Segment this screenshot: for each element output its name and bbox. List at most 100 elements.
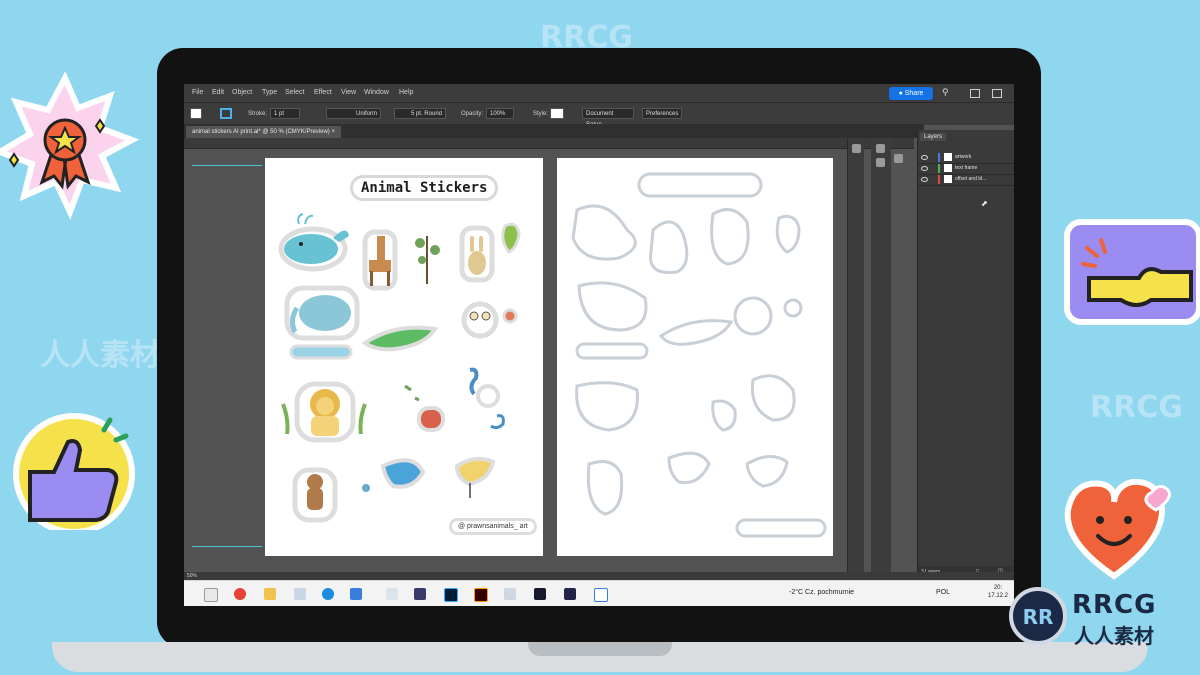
thumbs-up-sticker-icon [13, 413, 135, 530]
artboard-stickers[interactable]: Animal Stickers @ prawnsanimals_ art [265, 158, 543, 556]
menu-window[interactable]: Window [364, 89, 389, 96]
opacity-input[interactable]: 100% [486, 108, 514, 119]
app-icon[interactable] [534, 588, 546, 600]
stroke-profile-select[interactable]: Uniform [326, 108, 381, 119]
fish-sticker [362, 484, 370, 492]
tree-sticker [415, 236, 440, 284]
layer-thumbnail [944, 164, 952, 172]
water-sticker [289, 344, 353, 360]
layer-row[interactable]: offset and bl... [918, 174, 1014, 186]
sticker-artwork [278, 213, 521, 523]
heart-face-sticker-icon [1064, 478, 1171, 580]
giraffe-sticker [362, 229, 398, 291]
style-swatch[interactable] [550, 108, 564, 119]
layer-thumbnail [944, 153, 952, 161]
layer-color [938, 164, 940, 173]
elephant-sticker [284, 285, 360, 341]
weather-widget[interactable]: -2°C Cz. pochmurnie [789, 589, 854, 596]
menu-file[interactable]: File [192, 89, 203, 96]
app-icon[interactable] [504, 588, 516, 600]
store-icon[interactable] [350, 588, 362, 600]
fish-sticker [476, 384, 500, 408]
rabbit-sticker [459, 225, 495, 283]
search-icon[interactable]: ⚲ [942, 87, 949, 98]
menu-type[interactable]: Type [262, 89, 277, 96]
bird-sticker [454, 456, 496, 498]
opacity-label: Opacity: [461, 111, 484, 117]
edge-icon[interactable] [322, 588, 334, 600]
libraries-icon[interactable] [876, 144, 885, 153]
watermark: 人人素材 [40, 338, 160, 373]
app-icon[interactable] [594, 588, 608, 602]
menu-edit[interactable]: Edit [212, 89, 224, 96]
comments-icon[interactable] [894, 154, 903, 163]
properties-icon[interactable] [852, 144, 861, 153]
close-icon[interactable]: × [331, 129, 335, 135]
file-explorer-icon[interactable] [264, 588, 276, 600]
layers-tab[interactable]: Layers [920, 133, 947, 141]
layer-color [938, 175, 940, 184]
rrcg-emblem-icon: RR [1009, 587, 1067, 645]
eye-icon[interactable] [921, 166, 928, 171]
panel-dock [871, 138, 891, 578]
control-bar: Stroke: 1 pt Uniform 5 pt. Round Opacity… [184, 102, 1014, 128]
arrange-documents-icon[interactable] [970, 89, 980, 98]
whale-sticker [278, 213, 349, 272]
seahorse-sticker [469, 367, 479, 396]
ball-sticker [502, 308, 518, 324]
app-icon[interactable] [294, 588, 306, 600]
document-tab[interactable]: animal stickers AI print.ai* @ 50 % (CMY… [186, 126, 341, 138]
menu-select[interactable]: Select [285, 89, 304, 96]
eye-icon[interactable] [921, 155, 928, 160]
stroke-weight-input[interactable]: 1 pt [270, 108, 300, 119]
app-icon[interactable] [386, 588, 398, 600]
medal-sticker-icon [0, 71, 140, 220]
document-tab-bar: animal stickers AI print.ai* @ 50 % (CMY… [184, 124, 924, 138]
owl-sticker [461, 301, 499, 339]
start-icon[interactable] [204, 588, 218, 602]
artboard-cutlines[interactable] [557, 158, 833, 556]
leaf-sticker [404, 384, 420, 402]
menu-view[interactable]: View [341, 89, 356, 96]
illustrator-window: File Edit Object Type Select Effect View… [184, 84, 1014, 606]
workspace-icon[interactable] [992, 89, 1002, 98]
brush-select[interactable]: 5 pt. Round [394, 108, 446, 119]
system-clock[interactable]: 20: 17.12.2 [988, 584, 1008, 600]
rrcg-logo: RR RRCG 人人素材 [1008, 586, 1198, 648]
illustrator-icon[interactable] [474, 588, 488, 602]
windows-taskbar: -2°C Cz. pochmurnie POL 20: 17.12.2 [184, 580, 1014, 606]
snake-sticker [490, 414, 505, 430]
symbols-icon[interactable] [876, 158, 885, 167]
crocodile-sticker [361, 325, 439, 352]
chrome-icon[interactable] [234, 588, 246, 600]
document-setup-button[interactable]: Document Setup [582, 108, 634, 128]
crab-sticker [417, 406, 445, 432]
menu-help[interactable]: Help [399, 89, 413, 96]
clock-date: 17.12.2 [988, 593, 1009, 599]
fill-swatch[interactable] [190, 108, 202, 119]
menu-bar: File Edit Object Type Select Effect View… [184, 84, 1014, 102]
tools-strip [847, 138, 864, 578]
app-icon[interactable] [564, 588, 576, 600]
zoom-level[interactable]: 50% [187, 573, 197, 579]
guide-line [192, 165, 262, 166]
stroke-swatch[interactable] [220, 108, 232, 119]
share-button[interactable]: ● Share [889, 87, 933, 100]
preferences-button[interactable]: Preferences [642, 108, 682, 119]
cutline-artwork [571, 172, 827, 538]
menu-object[interactable]: Object [232, 89, 252, 96]
app-icon[interactable] [414, 588, 426, 600]
eye-icon[interactable] [921, 177, 928, 182]
menu-effect[interactable]: Effect [314, 89, 332, 96]
status-bar: 50% [184, 572, 1014, 580]
horizontal-ruler [184, 138, 914, 149]
language-indicator[interactable]: POL [936, 589, 950, 596]
layers-panel: Layers artwork text frame offset and bl.… [894, 130, 1014, 578]
credit-label: @ prawnsanimals_ art [449, 518, 537, 535]
pointing-hand-sticker-icon [1064, 219, 1200, 325]
layer-name: text frame [955, 165, 978, 171]
layer-name: artwork [955, 154, 972, 160]
layer-name: offset and bl... [955, 176, 987, 182]
photoshop-icon[interactable] [444, 588, 458, 602]
lion-sticker [294, 381, 356, 443]
